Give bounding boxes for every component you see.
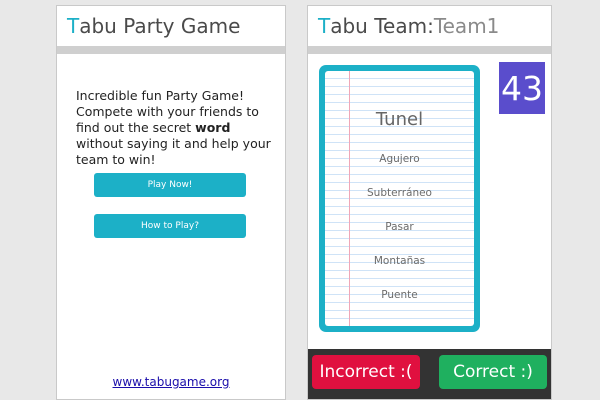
secret-word: Tunel bbox=[375, 109, 424, 130]
countdown-timer: 43 bbox=[499, 62, 545, 114]
card-paper: Tunel Agujero Subterráneo Pasar Montañas… bbox=[325, 71, 474, 326]
intro-bold-word: word bbox=[195, 120, 231, 135]
intro-text-part-2: without saying it and help your team to … bbox=[76, 136, 271, 167]
play-now-button[interactable]: Play Now! bbox=[94, 173, 246, 197]
app-title: abu Party Game bbox=[79, 14, 241, 38]
game-title: abu Team: bbox=[330, 14, 434, 38]
correct-button[interactable]: Correct :) bbox=[439, 355, 547, 389]
answer-bar: Incorrect :( Correct :) bbox=[308, 349, 551, 399]
game-screen: Tabu Team: Team1 Tunel Agujero Subterrán… bbox=[307, 5, 552, 400]
title-first-letter: T bbox=[67, 14, 80, 38]
word-card: Tunel Agujero Subterráneo Pasar Montañas… bbox=[319, 65, 480, 332]
team-name: Team1 bbox=[433, 14, 500, 38]
forbidden-word: Subterráneo bbox=[367, 187, 432, 199]
forbidden-word: Puente bbox=[381, 289, 418, 301]
incorrect-button[interactable]: Incorrect :( bbox=[312, 355, 420, 389]
intro-text-part-1: Incredible fun Party Game! Compete with … bbox=[76, 88, 259, 135]
title-first-letter: T bbox=[318, 14, 331, 38]
home-screen: Tabu Party Game Incredible fun Party Gam… bbox=[56, 5, 286, 400]
app-header: Tabu Party Game bbox=[57, 6, 285, 54]
forbidden-word: Montañas bbox=[373, 255, 426, 267]
forbidden-word: Pasar bbox=[385, 221, 414, 233]
forbidden-word: Agujero bbox=[379, 153, 420, 165]
how-to-play-button[interactable]: How to Play? bbox=[94, 214, 246, 238]
game-header: Tabu Team: Team1 bbox=[308, 6, 551, 54]
intro-text: Incredible fun Party Game! Compete with … bbox=[76, 88, 271, 168]
website-link[interactable]: www.tabugame.org bbox=[57, 375, 285, 389]
